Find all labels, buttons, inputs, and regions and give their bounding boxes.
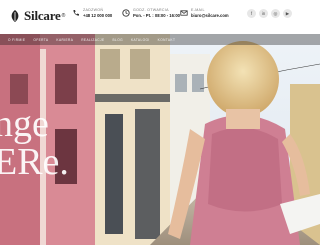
instagram-icon[interactable]: ◎ bbox=[271, 9, 280, 18]
top-info-bar: Silcare ® ZADZWOŃ +48 12 000 000 GODZ. O… bbox=[0, 0, 320, 34]
contact-hours: GODZ. OTWARCIA Pon. - Pt. : 08:00 - 16:0… bbox=[122, 8, 180, 19]
brand-leaf-icon bbox=[11, 10, 19, 22]
email-value: biuro@silcare.com bbox=[191, 13, 229, 18]
mail-icon bbox=[180, 10, 188, 16]
nav-catalogs[interactable]: KATALOGI bbox=[131, 38, 150, 42]
nav-contact[interactable]: KONTAKT bbox=[158, 38, 176, 42]
phone-icon bbox=[73, 10, 79, 16]
linkedin-icon[interactable]: in bbox=[259, 9, 268, 18]
main-navigation: O FIRMIE OFERTA KARIERA REALIZACJE BLOG … bbox=[0, 34, 320, 45]
phone-value: +48 12 000 000 bbox=[83, 13, 113, 18]
contact-phone[interactable]: ZADZWOŃ +48 12 000 000 bbox=[72, 8, 112, 19]
youtube-icon[interactable]: ▶ bbox=[283, 9, 292, 18]
brand-logo[interactable]: Silcare ® bbox=[8, 8, 65, 24]
hours-value: Pon. - Pt. : 08:00 - 16:00 bbox=[133, 13, 181, 18]
nav-blog[interactable]: BLOG bbox=[113, 38, 123, 42]
hero-headline-line2: ERe. bbox=[0, 141, 69, 183]
contact-email[interactable]: E-MAIL biuro@silcare.com bbox=[180, 8, 229, 19]
facebook-icon[interactable]: f bbox=[247, 9, 256, 18]
brand-registered-mark: ® bbox=[61, 13, 66, 19]
nav-projects[interactable]: REALIZACJE bbox=[81, 38, 104, 42]
nav-about[interactable]: O FIRMIE bbox=[8, 38, 25, 42]
nav-offer[interactable]: OFERTA bbox=[33, 38, 48, 42]
social-links: f in ◎ ▶ bbox=[244, 9, 292, 18]
brand-name: Silcare bbox=[24, 8, 61, 23]
clock-icon bbox=[122, 9, 130, 17]
nav-career[interactable]: KARIERA bbox=[56, 38, 73, 42]
hero-headline-line1: nge bbox=[0, 103, 49, 145]
